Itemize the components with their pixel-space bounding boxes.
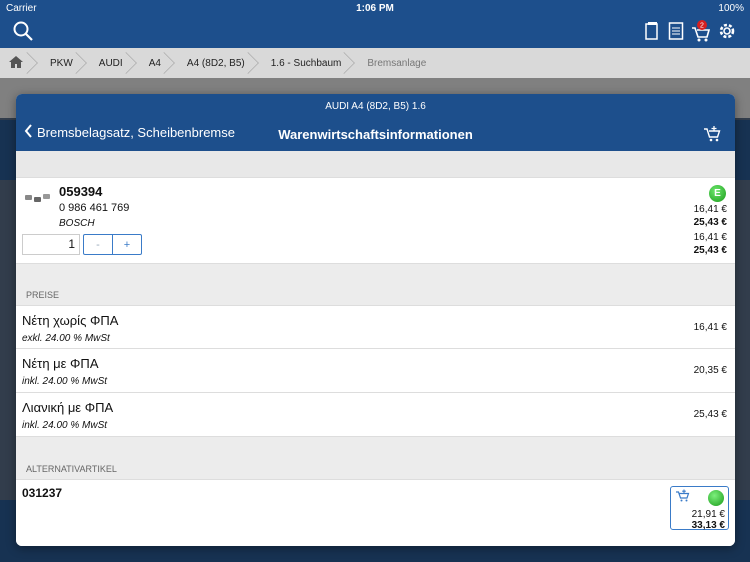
- availability-badge: E: [709, 185, 726, 202]
- home-icon: [8, 55, 24, 72]
- price-row: Λιανική με ΦΠΑ inkl. 24.00 % MwSt 25,43 …: [16, 393, 735, 437]
- quantity-field[interactable]: 1: [22, 234, 80, 255]
- alternative-price-gross: 33,13 €: [691, 520, 725, 531]
- cart-badge: 2: [700, 23, 704, 30]
- breadcrumb-item[interactable]: AUDI: [85, 48, 135, 78]
- add-to-cart-icon: [675, 489, 691, 508]
- breadcrumb: PKW AUDI A4 A4 (8D2, B5) 1.6 - Suchbaum …: [0, 48, 750, 78]
- price-label: Λιανική με ΦΠΑ: [22, 400, 114, 415]
- increment-button[interactable]: +: [113, 235, 141, 254]
- price-net-2: 16,41 €: [693, 232, 727, 243]
- alternative-add-to-cart-button[interactable]: 21,91 € 33,13 €: [670, 486, 729, 531]
- price-gross-2: 25,43 €: [693, 245, 727, 256]
- modal-title: Warenwirtschaftsinformationen: [278, 127, 473, 142]
- decrement-button[interactable]: -: [84, 235, 113, 254]
- article-brand: BOSCH: [59, 218, 95, 229]
- section-header-alternatives: ALTERNATIVARTIKEL: [16, 437, 735, 479]
- inventory-info-modal: AUDI A4 (8D2, B5) 1.6 Bremsbelagsatz, Sc…: [16, 94, 735, 546]
- price-note: inkl. 24.00 % MwSt: [22, 376, 108, 387]
- price-row: Νέτη χωρίς ΦΠΑ exkl. 24.00 % MwSt 16,41 …: [16, 305, 735, 349]
- section-header-prices: PREISE: [16, 264, 735, 305]
- home-button[interactable]: [0, 48, 36, 78]
- quantity-stepper: - +: [83, 234, 142, 255]
- cart-icon[interactable]: 2: [690, 20, 714, 49]
- section-spacer: [16, 151, 735, 177]
- alternative-price-net: 21,91 €: [691, 509, 725, 520]
- article-card: 059394 0 986 461 769 BOSCH 1 - + E 16,41…: [16, 177, 735, 264]
- document-icon[interactable]: [644, 20, 660, 47]
- add-to-cart-icon[interactable]: [703, 125, 723, 148]
- price-note: exkl. 24.00 % MwSt: [22, 333, 110, 344]
- search-icon[interactable]: [12, 20, 34, 47]
- price-gross: 25,43 €: [693, 217, 727, 228]
- breadcrumb-item-current: Bremsanlage: [367, 57, 427, 69]
- alternative-article-row[interactable]: 031237 21,91 € 33,13 €: [16, 479, 735, 546]
- brake-pad-thumbnail: [24, 191, 52, 207]
- price-value: 25,43 €: [693, 409, 727, 420]
- availability-indicator: [708, 490, 724, 506]
- modal-header: AUDI A4 (8D2, B5) 1.6 Bremsbelagsatz, Sc…: [16, 94, 735, 151]
- vehicle-subtitle: AUDI A4 (8D2, B5) 1.6: [325, 101, 426, 112]
- list-icon[interactable]: [668, 20, 684, 47]
- article-number: 059394: [59, 184, 103, 199]
- top-app-bar: 2: [0, 16, 750, 48]
- status-bar: Carrier 1:06 PM 100%: [0, 0, 750, 16]
- breadcrumb-item[interactable]: A4: [135, 48, 173, 78]
- breadcrumb-item[interactable]: A4 (8D2, B5): [173, 48, 257, 78]
- price-row: Νέτη με ΦΠΑ inkl. 24.00 % MwSt 20,35 €: [16, 349, 735, 393]
- price-net: 16,41 €: [693, 204, 727, 215]
- breadcrumb-item[interactable]: PKW: [36, 48, 85, 78]
- alternative-article-number: 031237: [22, 486, 63, 500]
- gear-icon[interactable]: [716, 20, 738, 47]
- breadcrumb-item[interactable]: 1.6 - Suchbaum: [257, 48, 354, 78]
- price-value: 20,35 €: [693, 365, 727, 376]
- price-label: Νέτη χωρίς ΦΠΑ: [22, 313, 119, 328]
- price-value: 16,41 €: [693, 322, 727, 333]
- clock: 1:06 PM: [356, 2, 394, 14]
- article-ean: 0 986 461 769: [59, 202, 130, 214]
- price-note: inkl. 24.00 % MwSt: [22, 420, 108, 431]
- price-label: Νέτη με ΦΠΑ: [22, 356, 99, 371]
